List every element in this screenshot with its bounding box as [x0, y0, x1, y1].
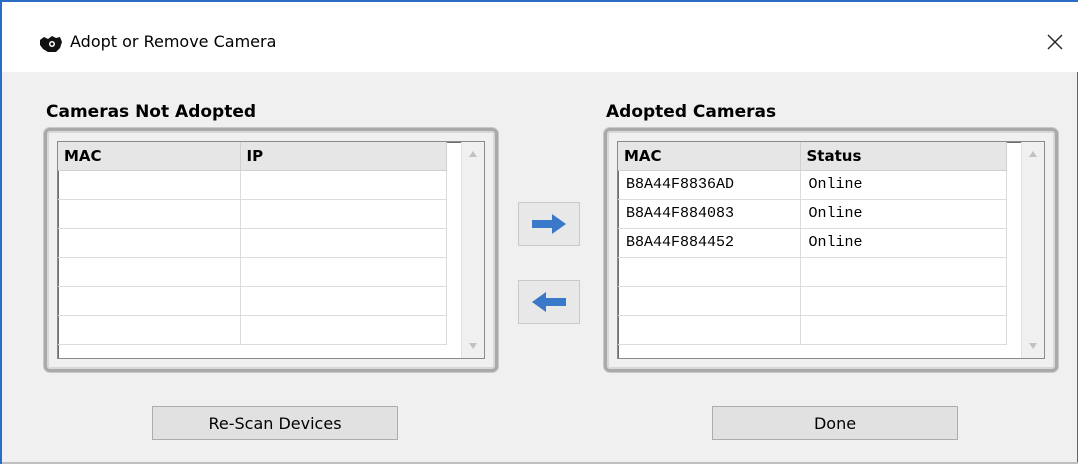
table-row[interactable]: [618, 257, 1007, 287]
mac-cell: [58, 199, 241, 229]
mac-cell: [58, 170, 241, 200]
table-row[interactable]: [58, 170, 447, 200]
mac-cell: [58, 228, 241, 258]
ip-cell: [240, 199, 447, 229]
not-adopted-list[interactable]: MAC IP: [57, 141, 485, 359]
scroll-up-icon[interactable]: [462, 144, 484, 164]
mac-cell: [58, 257, 241, 287]
adopted-title: Adopted Cameras: [606, 102, 777, 122]
scrollbar[interactable]: [1021, 142, 1044, 358]
table-row[interactable]: [58, 257, 447, 287]
table-row[interactable]: [58, 315, 447, 345]
mac-cell: B8A44F884083: [618, 199, 801, 229]
mac-cell: [618, 286, 801, 316]
table-row[interactable]: [58, 286, 447, 316]
adopted-panel: MAC Status B8A44F8836AD Online B8A44F8840…: [604, 128, 1058, 372]
rescan-devices-button[interactable]: Re-Scan Devices: [152, 406, 398, 440]
adopted-table: MAC Status B8A44F8836AD Online B8A44F8840…: [618, 142, 1007, 345]
table-row[interactable]: [618, 315, 1007, 345]
arrow-left-icon: [532, 292, 566, 312]
ip-cell: [240, 170, 447, 200]
close-icon: [1047, 34, 1063, 50]
status-cell: Online: [800, 170, 1007, 200]
ip-cell: [240, 228, 447, 258]
column-header-status[interactable]: Status: [800, 142, 1007, 171]
column-header-mac[interactable]: MAC: [618, 142, 801, 171]
remove-button[interactable]: [518, 280, 580, 324]
table-row[interactable]: [58, 199, 447, 229]
mac-cell: [618, 257, 801, 287]
ip-cell: [240, 257, 447, 287]
ip-cell: [240, 315, 447, 345]
adopt-button[interactable]: [518, 202, 580, 246]
table-row[interactable]: B8A44F8836AD Online: [618, 170, 1007, 200]
scroll-down-icon[interactable]: [462, 336, 484, 356]
status-cell: Online: [800, 199, 1007, 229]
ip-cell: [240, 286, 447, 316]
table-row[interactable]: B8A44F884452 Online: [618, 228, 1007, 258]
table-row[interactable]: B8A44F884083 Online: [618, 199, 1007, 229]
done-button[interactable]: Done: [712, 406, 958, 440]
table-row[interactable]: [618, 286, 1007, 316]
status-cell: [800, 315, 1007, 345]
window-title: Adopt or Remove Camera: [70, 32, 277, 51]
title-bar: Adopt or Remove Camera: [2, 2, 1078, 72]
status-cell: [800, 286, 1007, 316]
column-header-mac[interactable]: MAC: [58, 142, 241, 171]
adopted-list[interactable]: MAC Status B8A44F8836AD Online B8A44F8840…: [617, 141, 1045, 359]
mac-cell: B8A44F8836AD: [618, 170, 801, 200]
not-adopted-table: MAC IP: [58, 142, 447, 345]
scrollbar[interactable]: [461, 142, 484, 358]
scroll-up-icon[interactable]: [1022, 144, 1044, 164]
column-header-ip[interactable]: IP: [240, 142, 447, 171]
dialog-window: Adopt or Remove Camera Cameras Not Adopt…: [0, 0, 1078, 464]
mac-cell: [618, 315, 801, 345]
status-cell: Online: [800, 228, 1007, 258]
scroll-down-icon[interactable]: [1022, 336, 1044, 356]
status-cell: [800, 257, 1007, 287]
mac-cell: [58, 286, 241, 316]
table-row[interactable]: [58, 228, 447, 258]
mac-cell: B8A44F884452: [618, 228, 801, 258]
close-button[interactable]: [1032, 22, 1078, 62]
mac-cell: [58, 315, 241, 345]
not-adopted-title: Cameras Not Adopted: [46, 102, 257, 122]
camera-hand-icon: [40, 36, 62, 52]
not-adopted-panel: MAC IP: [44, 128, 498, 372]
arrow-right-icon: [532, 214, 566, 234]
